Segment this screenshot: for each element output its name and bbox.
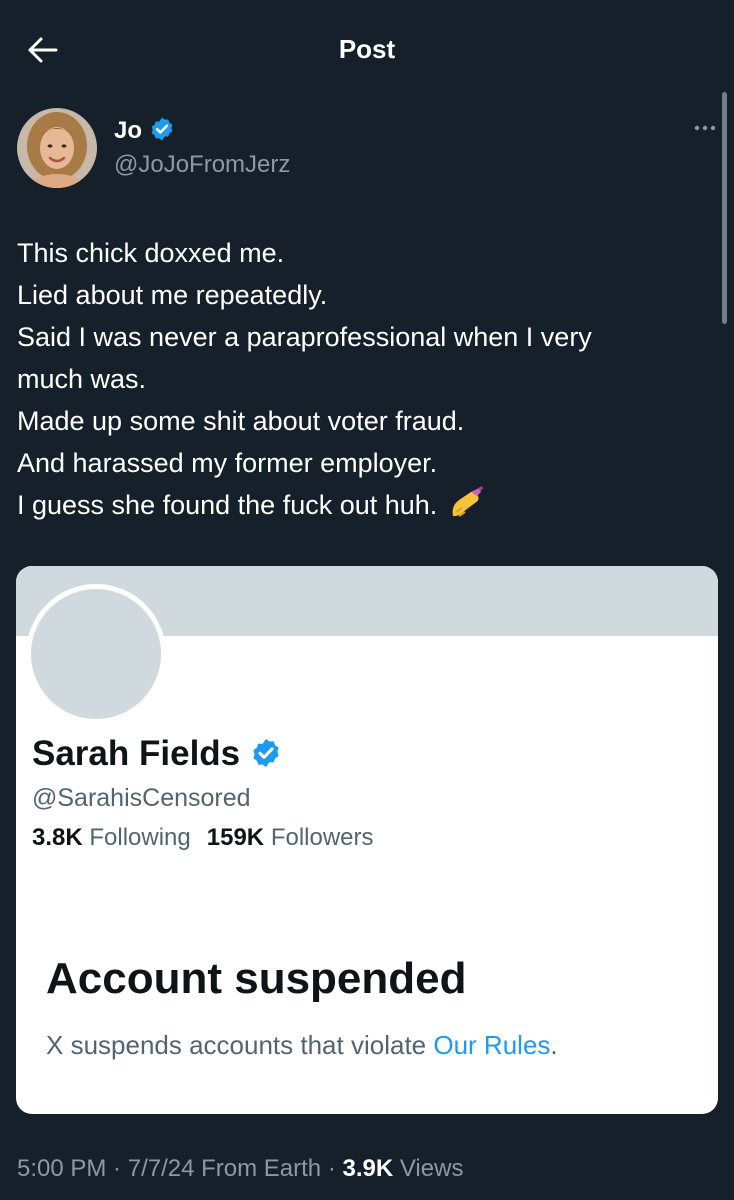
tweet-line: much was. bbox=[17, 364, 147, 394]
tweet-line: Said I was never a paraprofessional when… bbox=[17, 322, 592, 352]
views-count: 3.9K bbox=[342, 1155, 394, 1182]
author-avatar[interactable] bbox=[17, 108, 97, 188]
scrollbar[interactable] bbox=[722, 92, 727, 324]
default-avatar bbox=[26, 584, 166, 724]
separator: · bbox=[321, 1155, 343, 1182]
following-count: 3.8K bbox=[32, 824, 83, 851]
separator: · bbox=[106, 1155, 128, 1182]
more-dots-icon bbox=[694, 125, 716, 131]
tweet-line-last: I guess she found the fuck out huh. bbox=[17, 484, 707, 526]
profile-name-text: Sarah Fields bbox=[32, 734, 241, 773]
suspended-description: X suspends accounts that violate Our Rul… bbox=[46, 1030, 558, 1061]
post-date: 7/7/24 bbox=[127, 1155, 195, 1182]
post-metadata: 5:00 PM · 7/7/24 From Earth · 3.9K Views bbox=[17, 1155, 463, 1183]
views-label: Views bbox=[393, 1155, 464, 1182]
page-title: Post bbox=[338, 34, 396, 64]
followers-count: 159K bbox=[206, 824, 265, 851]
user-avatar bbox=[17, 108, 97, 188]
more-options-button[interactable] bbox=[688, 118, 722, 138]
suspended-account-card[interactable]: Sarah Fields @SarahisCensored 3.8K Follo… bbox=[16, 566, 718, 1114]
tweet-line: This chick doxxed me. bbox=[17, 238, 285, 268]
verified-badge-icon bbox=[151, 117, 172, 141]
post-source: From Earth bbox=[194, 1155, 322, 1182]
profile-name: Sarah Fields bbox=[32, 734, 282, 774]
author-name[interactable]: Jo bbox=[114, 116, 175, 145]
suspended-suffix: . bbox=[550, 1030, 558, 1060]
followers-label: Followers bbox=[270, 824, 374, 851]
tweet-line: I guess she found the fuck out huh. bbox=[17, 490, 438, 520]
author-handle[interactable]: @JoJoFromJerz bbox=[114, 151, 290, 179]
profile-handle: @SarahisCensored bbox=[32, 784, 251, 812]
tweet-line: And harassed my former employer. bbox=[17, 448, 438, 478]
following-label: Following bbox=[89, 824, 191, 851]
tweet-line: Lied about me repeatedly. bbox=[17, 280, 328, 310]
nail-polish-emoji bbox=[452, 486, 483, 517]
suspended-title: Account suspended bbox=[46, 954, 467, 1003]
tweet-text: This chick doxxed me. Lied about me repe… bbox=[17, 232, 707, 526]
tweet-line: Made up some shit about voter fraud. bbox=[17, 406, 465, 436]
profile-stats: 3.8K Following 159K Followers bbox=[32, 824, 374, 852]
cropped-top-text: · bbox=[0, 0, 734, 8]
author-name-text: Jo bbox=[114, 117, 143, 144]
top-bar: Post bbox=[0, 22, 734, 78]
post-time: 5:00 PM bbox=[17, 1155, 107, 1182]
our-rules-link[interactable]: Our Rules bbox=[433, 1030, 550, 1060]
verified-badge-icon bbox=[253, 739, 279, 767]
suspended-text: X suspends accounts that violate bbox=[46, 1030, 434, 1060]
